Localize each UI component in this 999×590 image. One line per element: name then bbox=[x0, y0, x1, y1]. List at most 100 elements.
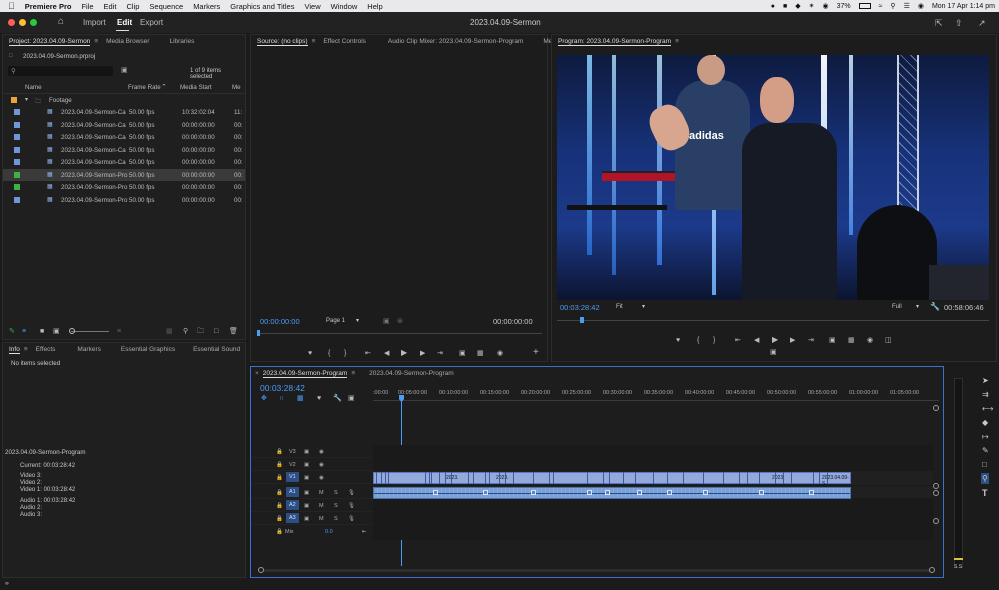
edit-point[interactable] bbox=[425, 472, 426, 484]
mix-value[interactable]: 0.0 bbox=[325, 529, 333, 535]
project-item-row[interactable]: ▦ 2023.04.09-Sermon-Pro 50.00 fps 00:00:00:… bbox=[3, 194, 245, 206]
share-icon[interactable]: ⇧ bbox=[955, 18, 963, 29]
audio-keyframe[interactable] bbox=[759, 490, 764, 495]
eye-icon[interactable]: ◉ bbox=[319, 449, 324, 455]
scroll-handle[interactable] bbox=[933, 405, 939, 411]
project-item-row[interactable]: ▦ 2023.04.09-Sermon-Pro 50.00 fps 00:00:00:… bbox=[3, 181, 245, 193]
freeform-view-icon[interactable]: ▣ bbox=[53, 328, 60, 335]
automate-to-sequence-icon[interactable]: ▦ bbox=[166, 328, 173, 335]
source-scrub-bar[interactable] bbox=[258, 333, 542, 334]
project-search-input[interactable]: ⚲ bbox=[8, 66, 113, 76]
tab-effects[interactable]: Effects bbox=[36, 346, 56, 353]
edit-point[interactable] bbox=[499, 472, 500, 484]
dropbox-icon[interactable]: ◆ bbox=[795, 2, 800, 10]
scroll-handle[interactable] bbox=[933, 483, 939, 489]
edit-point[interactable] bbox=[653, 472, 654, 484]
go-to-in-icon[interactable]: ⇤ bbox=[735, 337, 741, 344]
new-bin-button-icon[interactable]: 🗀 bbox=[197, 328, 204, 335]
ripple-edit-tool-icon[interactable]: ⟷ bbox=[982, 404, 993, 413]
column-name[interactable]: Name bbox=[25, 84, 42, 91]
edit-point[interactable] bbox=[775, 472, 776, 484]
edit-point[interactable] bbox=[759, 472, 760, 484]
edit-point[interactable] bbox=[739, 472, 740, 484]
safe-margins-icon[interactable]: ⊜ bbox=[397, 317, 403, 325]
audio-keyframe[interactable] bbox=[809, 490, 814, 495]
program-playhead[interactable] bbox=[580, 317, 584, 323]
edit-point[interactable] bbox=[445, 472, 446, 484]
menu-graphics[interactable]: Graphics and Titles bbox=[230, 2, 294, 11]
comparison-view-icon[interactable]: ◫ bbox=[885, 337, 892, 344]
project-item-row[interactable]: ▦ 2023.04.09-Sermon-Ca 50.00 fps 00:00:00:0… bbox=[3, 119, 245, 131]
track-label-a1[interactable]: A1 bbox=[286, 487, 299, 497]
audio-keyframe[interactable] bbox=[587, 490, 592, 495]
scroll-handle[interactable] bbox=[933, 490, 939, 496]
edit-point[interactable] bbox=[376, 472, 377, 484]
extension-icon[interactable]: ◉ bbox=[822, 2, 828, 10]
edit-point[interactable] bbox=[533, 472, 534, 484]
siri-icon[interactable]: ◉ bbox=[918, 2, 924, 10]
panel-menu-icon[interactable]: ≡ bbox=[24, 346, 28, 353]
disclosure-triangle-icon[interactable]: ▾ bbox=[25, 96, 28, 103]
edit-point[interactable] bbox=[813, 472, 814, 484]
extract-icon[interactable]: ▦ bbox=[848, 337, 855, 344]
folder-row-footage[interactable]: ▾ 🗀 Footage bbox=[3, 94, 245, 106]
track-label-a2[interactable]: A2 bbox=[286, 500, 299, 510]
edit-point[interactable] bbox=[609, 472, 610, 484]
scroll-handle-left[interactable] bbox=[258, 567, 264, 573]
scroll-handle-right[interactable] bbox=[929, 567, 935, 573]
eye-icon[interactable]: ◉ bbox=[319, 475, 324, 481]
tab-sequence-active[interactable]: 2023.04.09-Sermon-Program bbox=[262, 370, 348, 378]
solo-button[interactable]: S bbox=[334, 503, 338, 509]
zoom-tool-icon[interactable]: ⚲ bbox=[981, 473, 989, 484]
lock-icon[interactable]: 🔒 bbox=[276, 475, 283, 481]
lock-icon[interactable]: 🔒 bbox=[276, 529, 283, 535]
program-video-frame[interactable]: adidas bbox=[557, 55, 989, 300]
menu-file[interactable]: File bbox=[81, 2, 93, 11]
quick-export-icon[interactable]: ⇱ bbox=[935, 18, 943, 29]
menu-sequence[interactable]: Sequence bbox=[149, 2, 183, 11]
audio-keyframe[interactable] bbox=[637, 490, 642, 495]
edit-point[interactable] bbox=[513, 472, 514, 484]
project-item-row[interactable]: ▦ 2023.04.09-Sermon-Pro 50.00 fps 00:00:00:… bbox=[3, 168, 245, 181]
fit-dropdown-icon[interactable]: ▾ bbox=[642, 303, 645, 310]
mark-out-icon[interactable]: } bbox=[344, 350, 346, 357]
trash-icon[interactable]: 🗑 bbox=[229, 328, 238, 335]
slip-tool-icon[interactable]: ↦ bbox=[982, 432, 989, 441]
edit-point[interactable] bbox=[439, 472, 440, 484]
razor-tool-icon[interactable]: ◆ bbox=[982, 418, 988, 427]
bluetooth-icon[interactable]: ✶ bbox=[809, 2, 815, 10]
project-item-row[interactable]: ▦ 2023.04.09-Sermon-Ca 50.00 fps 00:00:00:0… bbox=[3, 156, 245, 168]
track-label-v1[interactable]: V1 bbox=[286, 472, 299, 482]
scroll-handle[interactable] bbox=[933, 518, 939, 524]
mix-end-icon[interactable]: ⇤ bbox=[362, 529, 367, 535]
mark-out-icon[interactable]: } bbox=[713, 337, 715, 344]
lock-icon[interactable]: 🔒 bbox=[276, 503, 283, 509]
selection-tool-icon[interactable]: ➤ bbox=[982, 376, 989, 385]
control-center-icon[interactable]: ☰ bbox=[904, 2, 910, 10]
eye-icon[interactable]: ◉ bbox=[319, 462, 324, 468]
tab-effect-controls[interactable]: Effect Controls bbox=[323, 38, 366, 45]
list-view-icon[interactable]: ≡ bbox=[22, 328, 26, 335]
add-marker-icon[interactable]: ♥ bbox=[676, 337, 680, 344]
go-to-out-icon[interactable]: ⇥ bbox=[808, 337, 814, 344]
sync-lock-icon[interactable]: ▣ bbox=[304, 462, 309, 468]
edit-point[interactable] bbox=[388, 472, 389, 484]
lock-icon[interactable]: 🔒 bbox=[276, 516, 283, 522]
sort-ascending-icon[interactable]: ⌃ bbox=[161, 83, 167, 91]
search-icon[interactable]: ⚲ bbox=[890, 2, 895, 10]
program-scrub-bar[interactable] bbox=[557, 320, 989, 321]
edit-point[interactable] bbox=[429, 472, 430, 484]
menu-app[interactable]: Premiere Pro bbox=[25, 2, 72, 11]
wrench-icon[interactable]: 🔧 bbox=[930, 302, 940, 311]
edit-point[interactable] bbox=[683, 472, 684, 484]
time-ruler[interactable]: :00:00 00:05:00:00 00:10:00:00 00:15:00:00 0… bbox=[373, 390, 939, 404]
zoom-slider-handle[interactable] bbox=[69, 328, 75, 334]
timeline-settings-icon[interactable]: 🔧 bbox=[333, 395, 342, 402]
linked-selection-icon[interactable]: ▦ bbox=[297, 395, 304, 402]
tab-libraries[interactable]: Libraries bbox=[169, 38, 194, 45]
lift-icon[interactable]: ▣ bbox=[829, 337, 836, 344]
panel-menu-icon[interactable]: ≡ bbox=[351, 370, 355, 377]
source-timecode[interactable]: 00:00:00:00 bbox=[260, 317, 300, 326]
project-item-row[interactable]: ▦ 2023.04.09-Sermon-Ca 50.00 fps 00:00:00:0… bbox=[3, 131, 245, 143]
menu-clip[interactable]: Clip bbox=[126, 2, 139, 11]
